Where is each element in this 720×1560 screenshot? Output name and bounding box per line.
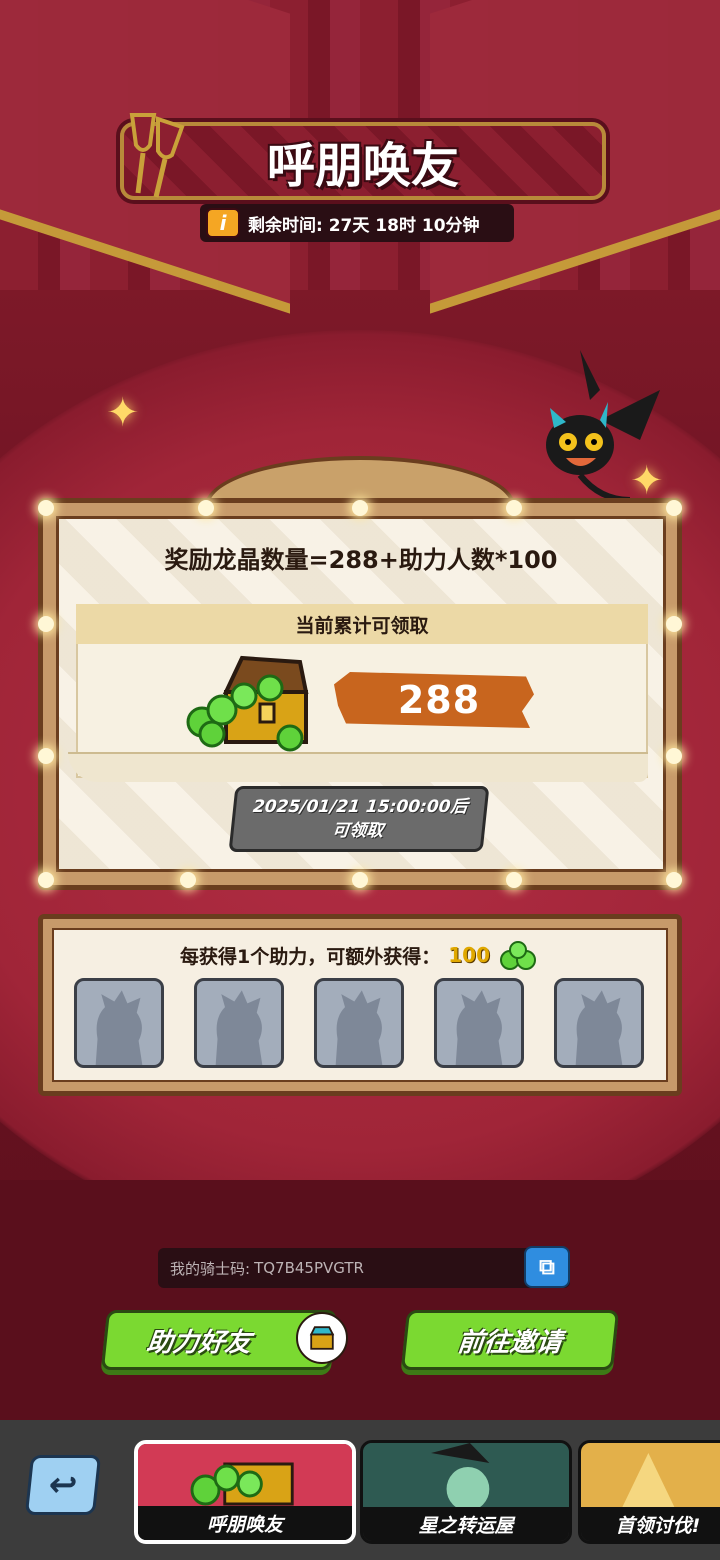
light-bulb bbox=[352, 500, 368, 516]
tab-label: 星之转运屋 bbox=[363, 1507, 569, 1541]
helper-bonus-text: 每获得1个助力，可额外获得： bbox=[180, 945, 441, 968]
go-invite-button[interactable]: 前往邀请 bbox=[400, 1310, 620, 1370]
light-bulb bbox=[666, 616, 682, 632]
light-bulb bbox=[38, 748, 54, 764]
knight-code-label: 我的骑士码: bbox=[170, 1259, 251, 1278]
tab-art-boss bbox=[581, 1443, 720, 1513]
knight-code-value: TQ7B45PVGTR bbox=[254, 1259, 364, 1277]
treasure-chest-icon bbox=[186, 655, 309, 752]
light-bulb bbox=[38, 872, 54, 888]
light-bulb bbox=[180, 872, 196, 888]
remaining-time-text: 剩余时间: 27天 18时 10分钟 bbox=[248, 215, 480, 236]
light-bulb bbox=[506, 500, 522, 516]
claim-label: 可领取 bbox=[331, 821, 385, 841]
reward-amount-badge: 288 bbox=[334, 672, 534, 728]
stage-floor bbox=[0, 1180, 720, 1420]
green-gem-icon bbox=[499, 941, 536, 970]
chest-bubble-icon bbox=[296, 1312, 348, 1364]
copy-icon[interactable]: ⧉ bbox=[524, 1246, 570, 1288]
reward-amount: 288 bbox=[397, 678, 481, 722]
helper-slot-empty[interactable] bbox=[434, 978, 524, 1068]
tab-label: 呼朋唤友 bbox=[138, 1506, 352, 1540]
helper-slot-empty[interactable] bbox=[314, 978, 404, 1068]
remaining-time-bar: i 剩余时间: 27天 18时 10分钟 bbox=[200, 204, 514, 242]
light-bulb bbox=[666, 748, 682, 764]
tab-star-fortune[interactable]: 星之转运屋 bbox=[360, 1440, 572, 1544]
go-invite-label: 前往邀请 bbox=[456, 1327, 564, 1358]
light-bulb bbox=[352, 872, 368, 888]
tab-boss-raid[interactable]: 首领讨伐! bbox=[578, 1440, 720, 1544]
light-bulb bbox=[38, 616, 54, 632]
knight-code-bar: 我的骑士码: TQ7B45PVGTR bbox=[158, 1248, 570, 1288]
tab-label: 首领讨伐! bbox=[581, 1507, 720, 1541]
helper-bonus-amount: 100 bbox=[448, 943, 490, 967]
light-bulb bbox=[198, 500, 214, 516]
helper-slot-empty[interactable] bbox=[194, 978, 284, 1068]
tab-art-chest bbox=[138, 1444, 352, 1514]
light-bulb bbox=[666, 500, 682, 516]
page-title: 呼朋唤友 bbox=[266, 138, 459, 194]
light-bulb bbox=[506, 872, 522, 888]
devil-mascot-icon bbox=[546, 350, 660, 503]
scroll-edge bbox=[68, 752, 648, 782]
info-icon[interactable]: i bbox=[206, 208, 240, 238]
claim-button-disabled[interactable]: 2025/01/21 15:00:00后 可领取 bbox=[228, 786, 490, 852]
tab-art-witch bbox=[363, 1443, 569, 1513]
claim-time: 2025/01/21 15:00:00后 bbox=[251, 797, 469, 817]
sparkle-icon: ✦ bbox=[106, 390, 140, 436]
tab-invite-friends[interactable]: 呼朋唤友 bbox=[134, 1440, 356, 1544]
light-bulb bbox=[666, 872, 682, 888]
helper-slot-empty[interactable] bbox=[74, 978, 164, 1068]
helper-slot-empty[interactable] bbox=[554, 978, 644, 1068]
light-bulb bbox=[38, 500, 54, 516]
helper-bonus-row: 每获得1个助力，可额外获得： 100 bbox=[52, 940, 668, 970]
accumulated-reward-header: 当前累计可领取 bbox=[76, 604, 648, 644]
help-friend-label: 助力好友 bbox=[145, 1327, 253, 1358]
back-arrow-icon[interactable]: ↩ bbox=[24, 1455, 102, 1515]
reward-formula: 奖励龙晶数量=288+助力人数*100 bbox=[164, 546, 558, 574]
